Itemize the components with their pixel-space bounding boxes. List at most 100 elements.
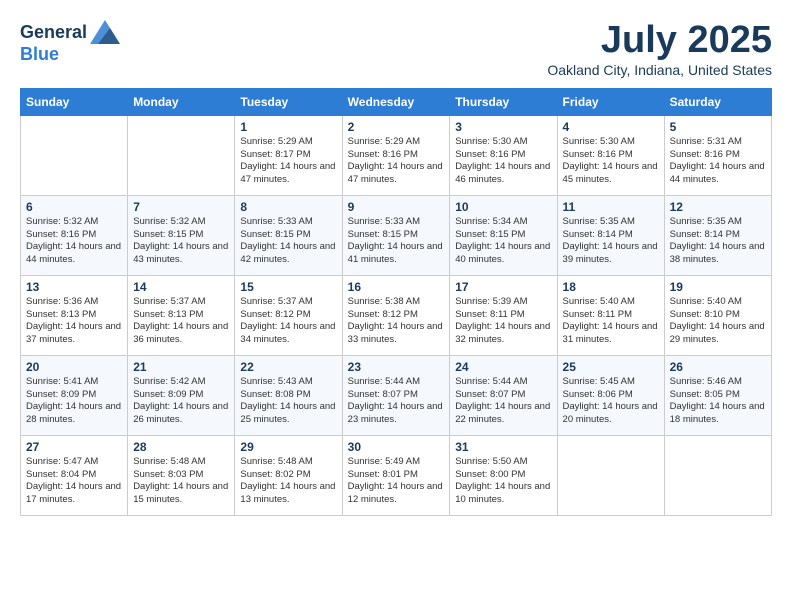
calendar-cell: 11Sunrise: 5:35 AM Sunset: 8:14 PM Dayli…	[557, 195, 664, 275]
cell-content: Sunrise: 5:33 AM Sunset: 8:15 PM Dayligh…	[348, 216, 445, 267]
calendar-cell	[557, 435, 664, 515]
calendar-body: 1 Sunrise: 5:29 AM Sunset: 8:17 PM Daylig…	[21, 115, 772, 515]
calendar-cell: 6 Sunrise: 5:32 AM Sunset: 8:16 PM Daylig…	[21, 195, 128, 275]
calendar-cell: 20 Sunrise: 5:41 AM Sunset: 8:09 PM Dayli…	[21, 355, 128, 435]
calendar-cell: 1 Sunrise: 5:29 AM Sunset: 8:17 PM Daylig…	[235, 115, 342, 195]
calendar-cell: 18Sunrise: 5:40 AM Sunset: 8:11 PM Dayli…	[557, 275, 664, 355]
cell-content: Sunrise: 5:39 AM Sunset: 8:11 PM Dayligh…	[455, 296, 551, 347]
cell-content: Sunrise: 5:41 AM Sunset: 8:09 PM Dayligh…	[26, 376, 122, 427]
calendar-cell: 22 Sunrise: 5:43 AM Sunset: 8:08 PM Dayli…	[235, 355, 342, 435]
page-header: General Blue July 2025 Oakland City, Ind…	[20, 20, 772, 78]
calendar-cell: 24 Sunrise: 5:44 AM Sunset: 8:07 PM Dayli…	[450, 355, 557, 435]
column-header-thursday: Thursday	[450, 88, 557, 115]
cell-content: Sunrise: 5:34 AM Sunset: 8:15 PM Dayligh…	[455, 216, 551, 267]
cell-content: Sunrise: 5:37 AM Sunset: 8:12 PM Dayligh…	[240, 296, 336, 347]
calendar-cell: 7 Sunrise: 5:32 AM Sunset: 8:15 PM Daylig…	[128, 195, 235, 275]
day-number: 31	[455, 440, 551, 454]
day-number: 14	[133, 280, 229, 294]
day-number: 5	[670, 120, 766, 134]
calendar-cell: 25Sunrise: 5:45 AM Sunset: 8:06 PM Dayli…	[557, 355, 664, 435]
calendar-cell: 30Sunrise: 5:49 AM Sunset: 8:01 PM Dayli…	[342, 435, 450, 515]
day-number: 2	[348, 120, 445, 134]
calendar-cell	[21, 115, 128, 195]
calendar-cell: 27 Sunrise: 5:47 AM Sunset: 8:04 PM Dayli…	[21, 435, 128, 515]
calendar-cell: 31 Sunrise: 5:50 AM Sunset: 8:00 PM Dayli…	[450, 435, 557, 515]
day-number: 4	[563, 120, 659, 134]
cell-content: Sunrise: 5:35 AM Sunset: 8:14 PM Dayligh…	[670, 216, 766, 267]
cell-content: Sunrise: 5:30 AM Sunset: 8:16 PM Dayligh…	[563, 136, 659, 187]
day-number: 21	[133, 360, 229, 374]
calendar-cell: 4 Sunrise: 5:30 AM Sunset: 8:16 PM Daylig…	[557, 115, 664, 195]
calendar-cell: 5Sunrise: 5:31 AM Sunset: 8:16 PM Daylig…	[664, 115, 771, 195]
calendar-cell	[664, 435, 771, 515]
day-number: 6	[26, 200, 122, 214]
cell-content: Sunrise: 5:40 AM Sunset: 8:11 PM Dayligh…	[563, 296, 659, 347]
calendar-cell: 21 Sunrise: 5:42 AM Sunset: 8:09 PM Dayli…	[128, 355, 235, 435]
day-number: 3	[455, 120, 551, 134]
calendar-cell: 23 Sunrise: 5:44 AM Sunset: 8:07 PM Dayli…	[342, 355, 450, 435]
logo-icon	[90, 20, 120, 44]
cell-content: Sunrise: 5:29 AM Sunset: 8:16 PM Dayligh…	[348, 136, 445, 187]
column-header-tuesday: Tuesday	[235, 88, 342, 115]
cell-content: Sunrise: 5:45 AM Sunset: 8:06 PM Dayligh…	[563, 376, 659, 427]
calendar-cell: 14 Sunrise: 5:37 AM Sunset: 8:13 PM Dayli…	[128, 275, 235, 355]
calendar-cell: 10 Sunrise: 5:34 AM Sunset: 8:15 PM Dayli…	[450, 195, 557, 275]
week-row-5: 27 Sunrise: 5:47 AM Sunset: 8:04 PM Dayli…	[21, 435, 772, 515]
column-header-saturday: Saturday	[664, 88, 771, 115]
logo-blue-text: Blue	[20, 44, 59, 64]
week-row-3: 13Sunrise: 5:36 AM Sunset: 8:13 PM Dayli…	[21, 275, 772, 355]
cell-content: Sunrise: 5:42 AM Sunset: 8:09 PM Dayligh…	[133, 376, 229, 427]
day-number: 22	[240, 360, 336, 374]
week-row-4: 20 Sunrise: 5:41 AM Sunset: 8:09 PM Dayli…	[21, 355, 772, 435]
calendar-cell	[128, 115, 235, 195]
calendar-cell: 12 Sunrise: 5:35 AM Sunset: 8:14 PM Dayli…	[664, 195, 771, 275]
day-number: 15	[240, 280, 336, 294]
calendar-cell: 8Sunrise: 5:33 AM Sunset: 8:15 PM Daylig…	[235, 195, 342, 275]
day-number: 19	[670, 280, 766, 294]
day-number: 16	[348, 280, 445, 294]
calendar-header: SundayMondayTuesdayWednesdayThursdayFrid…	[21, 88, 772, 115]
day-number: 1	[240, 120, 336, 134]
column-header-friday: Friday	[557, 88, 664, 115]
cell-content: Sunrise: 5:33 AM Sunset: 8:15 PM Dayligh…	[240, 216, 336, 267]
location-title: Oakland City, Indiana, United States	[547, 62, 772, 78]
cell-content: Sunrise: 5:29 AM Sunset: 8:17 PM Dayligh…	[240, 136, 336, 187]
day-number: 17	[455, 280, 551, 294]
calendar-cell: 28 Sunrise: 5:48 AM Sunset: 8:03 PM Dayli…	[128, 435, 235, 515]
calendar-cell: 19 Sunrise: 5:40 AM Sunset: 8:10 PM Dayli…	[664, 275, 771, 355]
cell-content: Sunrise: 5:40 AM Sunset: 8:10 PM Dayligh…	[670, 296, 766, 347]
calendar-cell: 17 Sunrise: 5:39 AM Sunset: 8:11 PM Dayli…	[450, 275, 557, 355]
day-number: 29	[240, 440, 336, 454]
calendar-cell: 26 Sunrise: 5:46 AM Sunset: 8:05 PM Dayli…	[664, 355, 771, 435]
cell-content: Sunrise: 5:32 AM Sunset: 8:15 PM Dayligh…	[133, 216, 229, 267]
title-block: July 2025 Oakland City, Indiana, United …	[547, 20, 772, 78]
month-title: July 2025	[547, 20, 772, 62]
day-number: 12	[670, 200, 766, 214]
day-number: 7	[133, 200, 229, 214]
day-number: 23	[348, 360, 445, 374]
day-number: 26	[670, 360, 766, 374]
cell-content: Sunrise: 5:50 AM Sunset: 8:00 PM Dayligh…	[455, 456, 551, 507]
calendar-cell: 9Sunrise: 5:33 AM Sunset: 8:15 PM Daylig…	[342, 195, 450, 275]
cell-content: Sunrise: 5:44 AM Sunset: 8:07 PM Dayligh…	[348, 376, 445, 427]
day-number: 28	[133, 440, 229, 454]
logo: General Blue	[20, 20, 120, 65]
day-number: 24	[455, 360, 551, 374]
calendar-table: SundayMondayTuesdayWednesdayThursdayFrid…	[20, 88, 772, 516]
day-number: 20	[26, 360, 122, 374]
calendar-cell: 15 Sunrise: 5:37 AM Sunset: 8:12 PM Dayli…	[235, 275, 342, 355]
cell-content: Sunrise: 5:37 AM Sunset: 8:13 PM Dayligh…	[133, 296, 229, 347]
column-header-monday: Monday	[128, 88, 235, 115]
cell-content: Sunrise: 5:47 AM Sunset: 8:04 PM Dayligh…	[26, 456, 122, 507]
cell-content: Sunrise: 5:43 AM Sunset: 8:08 PM Dayligh…	[240, 376, 336, 427]
cell-content: Sunrise: 5:36 AM Sunset: 8:13 PM Dayligh…	[26, 296, 122, 347]
logo-general-text: General	[20, 22, 87, 43]
cell-content: Sunrise: 5:48 AM Sunset: 8:03 PM Dayligh…	[133, 456, 229, 507]
cell-content: Sunrise: 5:44 AM Sunset: 8:07 PM Dayligh…	[455, 376, 551, 427]
day-number: 30	[348, 440, 445, 454]
cell-content: Sunrise: 5:46 AM Sunset: 8:05 PM Dayligh…	[670, 376, 766, 427]
day-number: 27	[26, 440, 122, 454]
cell-content: Sunrise: 5:32 AM Sunset: 8:16 PM Dayligh…	[26, 216, 122, 267]
day-number: 10	[455, 200, 551, 214]
cell-content: Sunrise: 5:38 AM Sunset: 8:12 PM Dayligh…	[348, 296, 445, 347]
